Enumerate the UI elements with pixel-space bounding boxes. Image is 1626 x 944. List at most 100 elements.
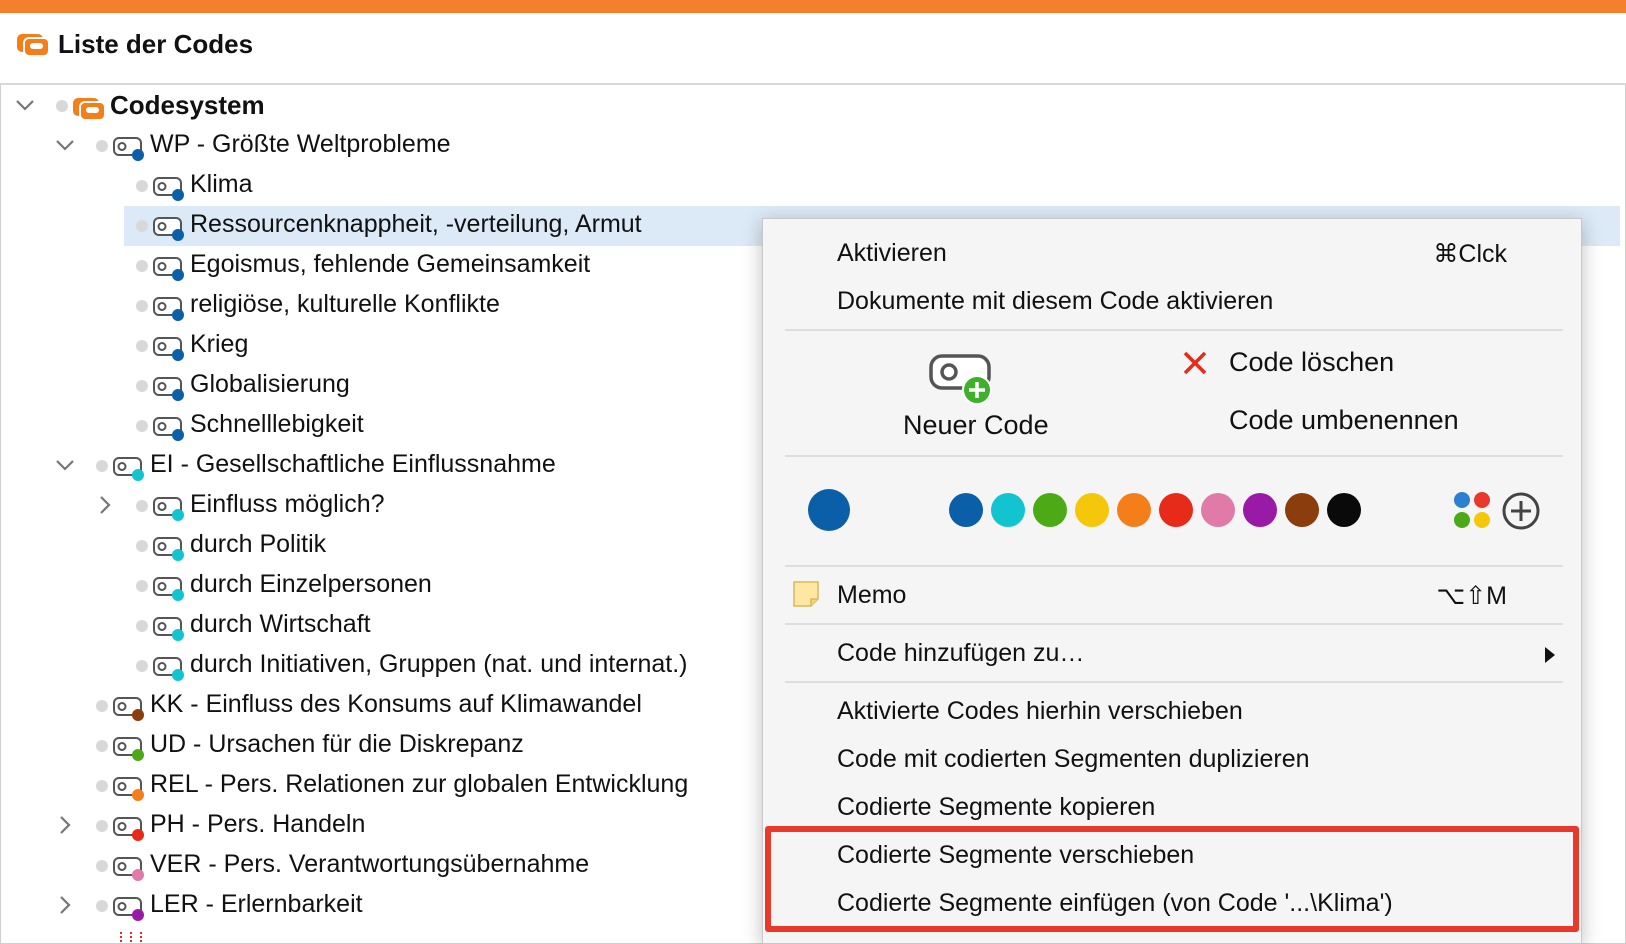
menu-separator: [785, 623, 1563, 625]
code-system-icon: [17, 34, 50, 57]
code-icon: [113, 737, 144, 761]
menu-separator: [785, 329, 1563, 331]
activation-dot[interactable]: [96, 820, 108, 832]
color-palette-icon[interactable]: [1453, 491, 1491, 529]
tree-row-label: Egoismus, fehlende Gemeinsamkeit: [190, 250, 591, 278]
shortcut-memo: ⌥⇧M: [1436, 582, 1507, 610]
activation-dot[interactable]: [56, 100, 68, 112]
activation-dot[interactable]: [96, 780, 108, 792]
activation-dot[interactable]: [136, 300, 148, 312]
activation-dot[interactable]: [136, 180, 148, 192]
menu-separator: [785, 565, 1563, 567]
color-swatch-cyan[interactable]: [991, 493, 1025, 527]
menu-item-copy-segments[interactable]: Codierte Segmente kopieren: [837, 793, 1155, 822]
tree-row-label: LER - Erlernbarkeit: [150, 890, 363, 918]
delete-x-icon[interactable]: [1181, 349, 1209, 377]
activation-dot[interactable]: [136, 580, 148, 592]
activation-dot[interactable]: [96, 860, 108, 872]
code-icon: [153, 337, 184, 361]
tree-row-label: EI - Gesellschaftliche Einflussnahme: [150, 450, 556, 478]
tree-row-label: UD - Ursachen für die Diskrepanz: [150, 730, 524, 758]
tree-row-label: REL - Pers. Relationen zur globalen Entw…: [150, 770, 689, 798]
tree-row-label: Ressourcenknappheit, -verteilung, Armut: [190, 210, 642, 238]
menu-separator: [785, 681, 1563, 683]
activation-dot[interactable]: [136, 660, 148, 672]
activation-dot[interactable]: [96, 700, 108, 712]
color-swatch-yellow[interactable]: [1075, 493, 1109, 527]
code-system-icon: [73, 98, 106, 121]
code-icon: [153, 217, 184, 241]
menu-item-delete-code[interactable]: Code löschen: [1229, 347, 1394, 378]
tree-row-label: Klima: [190, 170, 253, 198]
code-icon: [153, 577, 184, 601]
menu-item-add-code-to[interactable]: Code hinzufügen zu…: [837, 639, 1084, 668]
tree-row-label: durch Einzelpersonen: [190, 570, 432, 598]
activation-dot[interactable]: [96, 460, 108, 472]
menu-item-activate[interactable]: Aktivieren: [837, 239, 947, 268]
tree-row-label: durch Wirtschaft: [190, 610, 371, 638]
color-swatch-purple[interactable]: [1243, 493, 1277, 527]
tree-row-label: VER - Pers. Verantwortungsübernahme: [150, 850, 590, 878]
code-icon: [113, 137, 144, 161]
activation-dot[interactable]: [96, 900, 108, 912]
code-icon: [153, 377, 184, 401]
tree-row-label: KK - Einfluss des Konsums auf Klimawande…: [150, 690, 642, 718]
code-icon: [153, 297, 184, 321]
activation-dot[interactable]: [136, 380, 148, 392]
activation-dot[interactable]: [136, 540, 148, 552]
code-icon: [113, 897, 144, 921]
tree-root-row[interactable]: Codesystem: [0, 86, 1620, 126]
color-swatch-orange[interactable]: [1117, 493, 1151, 527]
add-color-icon[interactable]: [1501, 491, 1541, 531]
color-swatch-pink[interactable]: [1201, 493, 1235, 527]
tree-root-label: Codesystem: [110, 90, 265, 120]
activation-dot[interactable]: [136, 620, 148, 632]
color-swatch-blue[interactable]: [949, 493, 983, 527]
color-swatch-red[interactable]: [1159, 493, 1193, 527]
menu-item-duplicate-code[interactable]: Code mit codierten Segmenten duplizieren: [837, 745, 1310, 774]
shortcut-activate: ⌘Clck: [1433, 240, 1507, 268]
chevron-right-icon[interactable]: [54, 894, 76, 916]
accent-bar: [0, 0, 1626, 13]
submenu-arrow-icon: [1545, 647, 1555, 663]
code-icon: [113, 817, 144, 841]
chevron-down-icon[interactable]: [54, 134, 76, 156]
chevron-right-icon[interactable]: [94, 494, 116, 516]
color-swatch-black[interactable]: [1327, 493, 1361, 527]
title-bar: Liste der Codes: [0, 13, 1626, 85]
tree-row[interactable]: Klima: [0, 166, 1620, 206]
chevron-down-icon[interactable]: [54, 454, 76, 476]
activation-dot[interactable]: [96, 740, 108, 752]
activation-dot[interactable]: [136, 220, 148, 232]
menu-item-memo[interactable]: Memo: [837, 581, 906, 610]
code-icon: [153, 617, 184, 641]
activation-dot[interactable]: [136, 500, 148, 512]
chevron-down-icon[interactable]: [14, 94, 36, 116]
tree-row-label: Krieg: [190, 330, 249, 358]
current-color-swatch: [808, 489, 850, 531]
tree-row[interactable]: WP - Größte Weltprobleme: [0, 126, 1620, 166]
menu-item-activate-documents[interactable]: Dokumente mit diesem Code aktivieren: [837, 287, 1273, 316]
activation-dot[interactable]: [136, 260, 148, 272]
menu-item-rename-code[interactable]: Code umbenennen: [1229, 405, 1459, 436]
chevron-right-icon[interactable]: [54, 814, 76, 836]
new-code-label: Neuer Code: [903, 410, 1049, 440]
activation-dot[interactable]: [136, 420, 148, 432]
activation-dot[interactable]: [136, 340, 148, 352]
drop-marker-icon: [120, 932, 142, 942]
new-code-button[interactable]: Neuer Code: [873, 344, 1073, 454]
new-code-icon: [929, 354, 992, 405]
tree-row-label: Schnelllebigkeit: [190, 410, 364, 438]
code-icon: [113, 697, 144, 721]
code-icon: [113, 777, 144, 801]
window-title: Liste der Codes: [58, 29, 254, 59]
tree-row-label: WP - Größte Weltprobleme: [150, 130, 451, 158]
color-swatch-brown[interactable]: [1285, 493, 1319, 527]
code-icon: [153, 417, 184, 441]
code-icon: [153, 257, 184, 281]
color-swatch-green[interactable]: [1033, 493, 1067, 527]
activation-dot[interactable]: [96, 140, 108, 152]
tree-row-label: PH - Pers. Handeln: [150, 810, 366, 838]
tree-row-label: durch Politik: [190, 530, 327, 558]
menu-item-move-activated-codes[interactable]: Aktivierte Codes hierhin verschieben: [837, 697, 1243, 726]
